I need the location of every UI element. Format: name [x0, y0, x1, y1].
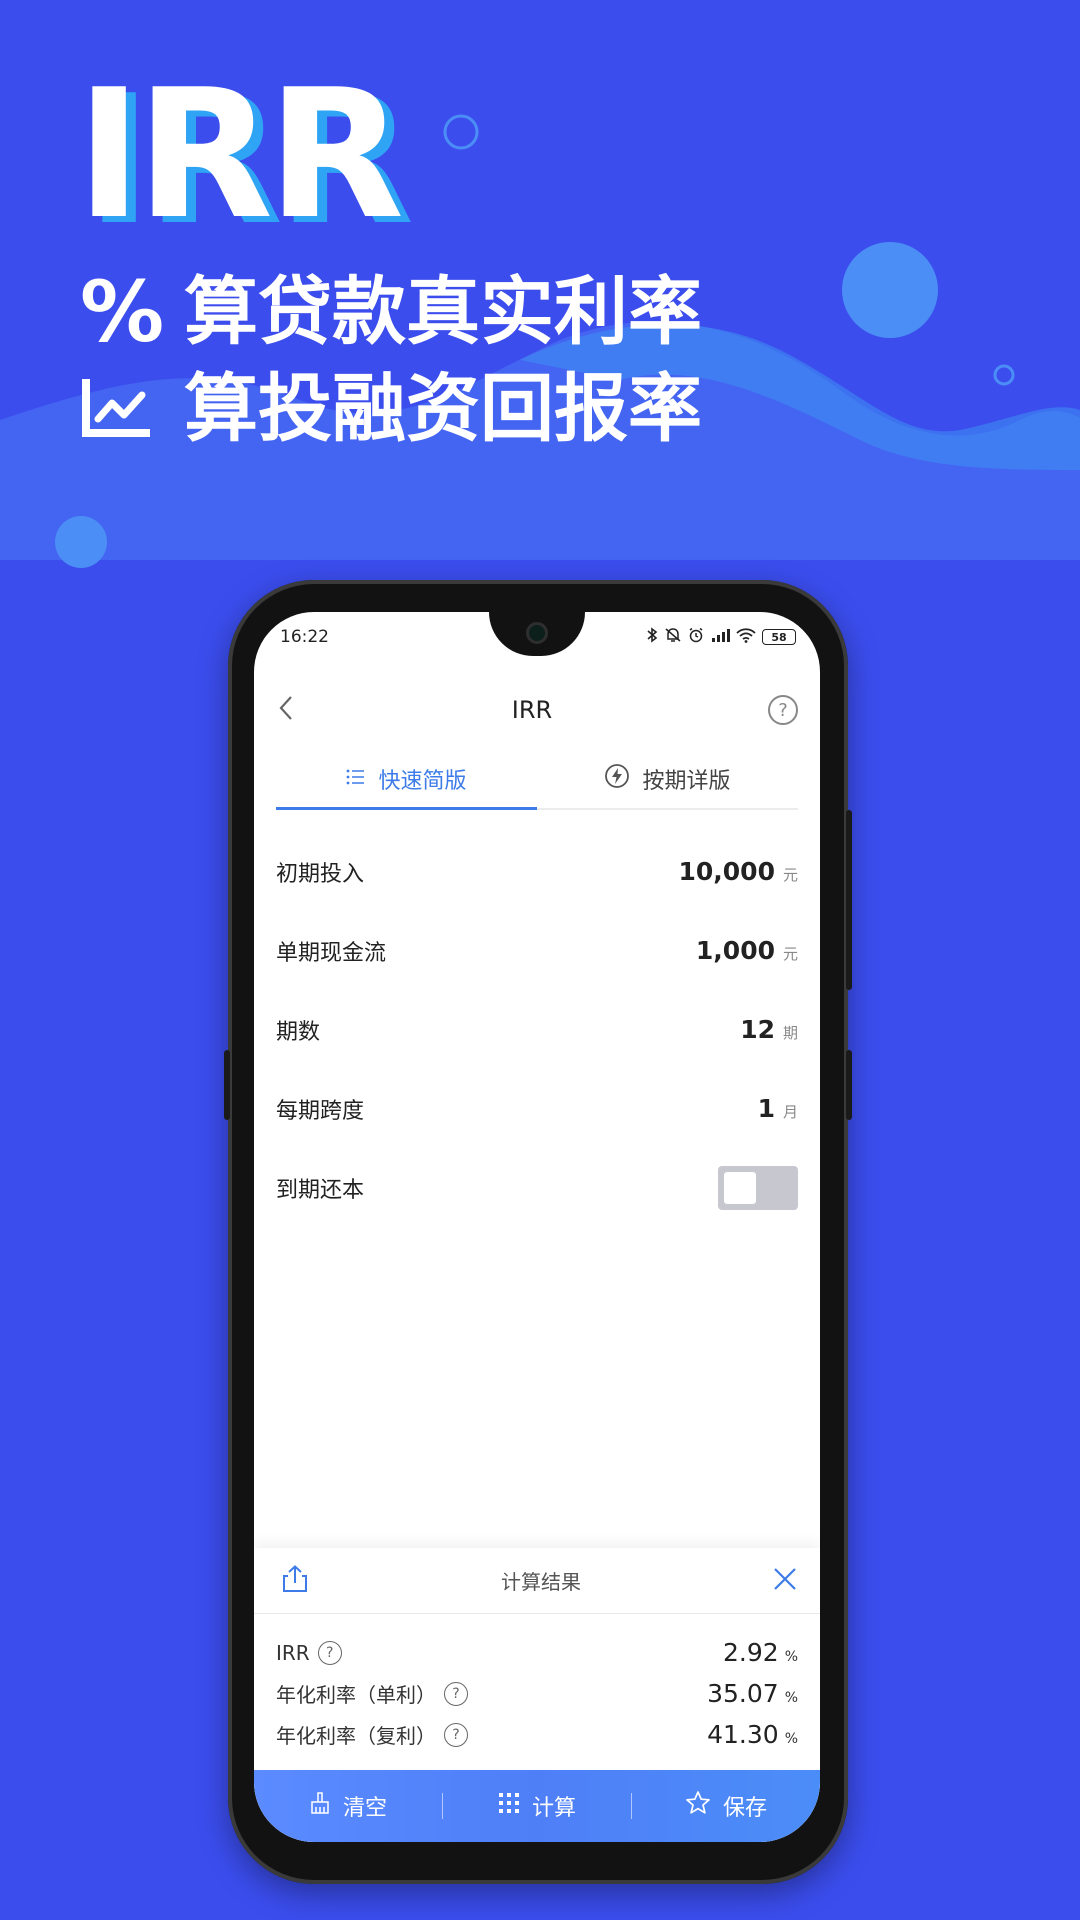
- result-irr-row: IRR ? 2.92 %: [276, 1632, 798, 1673]
- signal-icon: [710, 627, 730, 647]
- row-label: 每期跨度: [276, 1098, 365, 1124]
- initial-investment-value[interactable]: 10,000: [679, 857, 775, 886]
- row-label: 初期投入: [276, 861, 365, 887]
- status-icons: 58: [646, 627, 796, 647]
- clear-label: 清空: [342, 1796, 387, 1821]
- help-icon[interactable]: ?: [768, 695, 798, 725]
- close-icon[interactable]: [772, 1566, 798, 1596]
- save-button[interactable]: 保存: [632, 1790, 820, 1822]
- result-unit: %: [784, 1731, 798, 1747]
- initial-investment-row[interactable]: 初期投入 10,000 元: [276, 832, 798, 911]
- principal-at-maturity-row: 到期还本: [276, 1148, 798, 1227]
- mute-bell-icon: [664, 627, 682, 647]
- phone-screen: 16:22 58 IRR ? 快速简版 按期详版 初期投入 10,000 元 单…: [254, 612, 820, 1842]
- phone-mockup: 16:22 58 IRR ? 快速简版 按期详版 初期投入 10,000 元 单…: [224, 580, 852, 1884]
- period-span-value[interactable]: 1: [758, 1094, 775, 1123]
- mode-tabs: 快速简版 按期详版: [276, 750, 798, 810]
- periods-row[interactable]: 期数 12 期: [276, 990, 798, 1069]
- help-icon[interactable]: ?: [444, 1681, 468, 1706]
- help-icon[interactable]: ?: [317, 1640, 342, 1665]
- help-icon[interactable]: ?: [444, 1722, 468, 1747]
- save-label: 保存: [722, 1796, 767, 1821]
- camera-lens: [526, 622, 548, 644]
- cashflow-value[interactable]: 1,000: [696, 936, 775, 965]
- result-unit: %: [784, 1690, 798, 1706]
- result-value: 2.92: [723, 1638, 779, 1667]
- lightning-icon: [604, 763, 630, 795]
- tab-label: 快速简版: [378, 769, 467, 794]
- percent-icon: %: [80, 263, 165, 361]
- row-unit: 元: [782, 945, 798, 963]
- tab-detailed[interactable]: 按期详版: [537, 750, 798, 808]
- phone-side-button: [846, 810, 852, 990]
- row-unit: 期: [782, 1024, 798, 1042]
- wifi-icon: [736, 627, 756, 647]
- hero-line-loan-rate: % 算贷款真实利率: [80, 270, 702, 354]
- hero-line-return-rate: 算投融资回报率: [80, 372, 702, 446]
- clear-button[interactable]: 清空: [254, 1790, 442, 1822]
- result-label: 年化利率（单利）: [276, 1683, 436, 1707]
- calculate-button[interactable]: 计算: [443, 1790, 631, 1822]
- result-value: 35.07: [707, 1679, 779, 1708]
- back-chevron-icon[interactable]: [276, 693, 296, 727]
- status-time: 16:22: [280, 627, 329, 647]
- row-label: 单期现金流: [276, 940, 387, 966]
- result-unit: %: [784, 1649, 798, 1665]
- row-label: 到期还本: [276, 1177, 365, 1203]
- tab-quick[interactable]: 快速简版: [276, 750, 537, 810]
- result-value: 41.30: [707, 1720, 779, 1749]
- tab-label: 按期详版: [642, 769, 731, 794]
- periods-value[interactable]: 12: [740, 1015, 775, 1044]
- keypad-icon: [498, 1792, 520, 1820]
- row-unit: 月: [782, 1103, 798, 1121]
- hero-line-text: 算贷款真实利率: [184, 269, 702, 355]
- result-title: 计算结果: [501, 1570, 581, 1594]
- hero-line-text: 算投融资回报率: [184, 366, 702, 452]
- result-list: IRR ? 2.92 % 年化利率（单利） ? 35.07 % 年化利率（复利）…: [254, 1614, 820, 1755]
- bottom-action-bar: 清空 计算 保存: [254, 1770, 820, 1842]
- star-icon: [685, 1790, 711, 1822]
- share-icon[interactable]: [280, 1564, 310, 1598]
- row-label: 期数: [276, 1019, 321, 1045]
- principal-at-maturity-toggle[interactable]: [718, 1165, 798, 1210]
- result-header: 计算结果: [254, 1548, 820, 1614]
- page-title: IRR: [511, 696, 553, 724]
- line-chart-icon: [80, 379, 164, 439]
- toggle-knob: [724, 1171, 756, 1204]
- result-compound-rate-row: 年化利率（复利） ? 41.30 %: [276, 1714, 798, 1755]
- battery-indicator: 58: [762, 629, 796, 645]
- phone-side-button: [224, 1050, 230, 1120]
- result-label: IRR: [276, 1640, 310, 1665]
- calculate-label: 计算: [531, 1796, 576, 1821]
- phone-side-button: [846, 1050, 852, 1120]
- cashflow-row[interactable]: 单期现金流 1,000 元: [276, 911, 798, 990]
- row-unit: 元: [782, 866, 798, 884]
- alarm-icon: [688, 627, 704, 647]
- result-label: 年化利率（复利）: [276, 1724, 436, 1748]
- result-simple-rate-row: 年化利率（单利） ? 35.07 %: [276, 1673, 798, 1714]
- hero-title: IRR: [76, 51, 404, 258]
- input-form: 初期投入 10,000 元 单期现金流 1,000 元 期数 12 期 每期跨度…: [276, 832, 798, 1227]
- list-icon: [346, 767, 366, 792]
- period-span-row[interactable]: 每期跨度 1 月: [276, 1069, 798, 1148]
- nav-bar: IRR ?: [254, 670, 820, 750]
- broom-icon: [309, 1791, 331, 1821]
- bluetooth-icon: [646, 627, 658, 647]
